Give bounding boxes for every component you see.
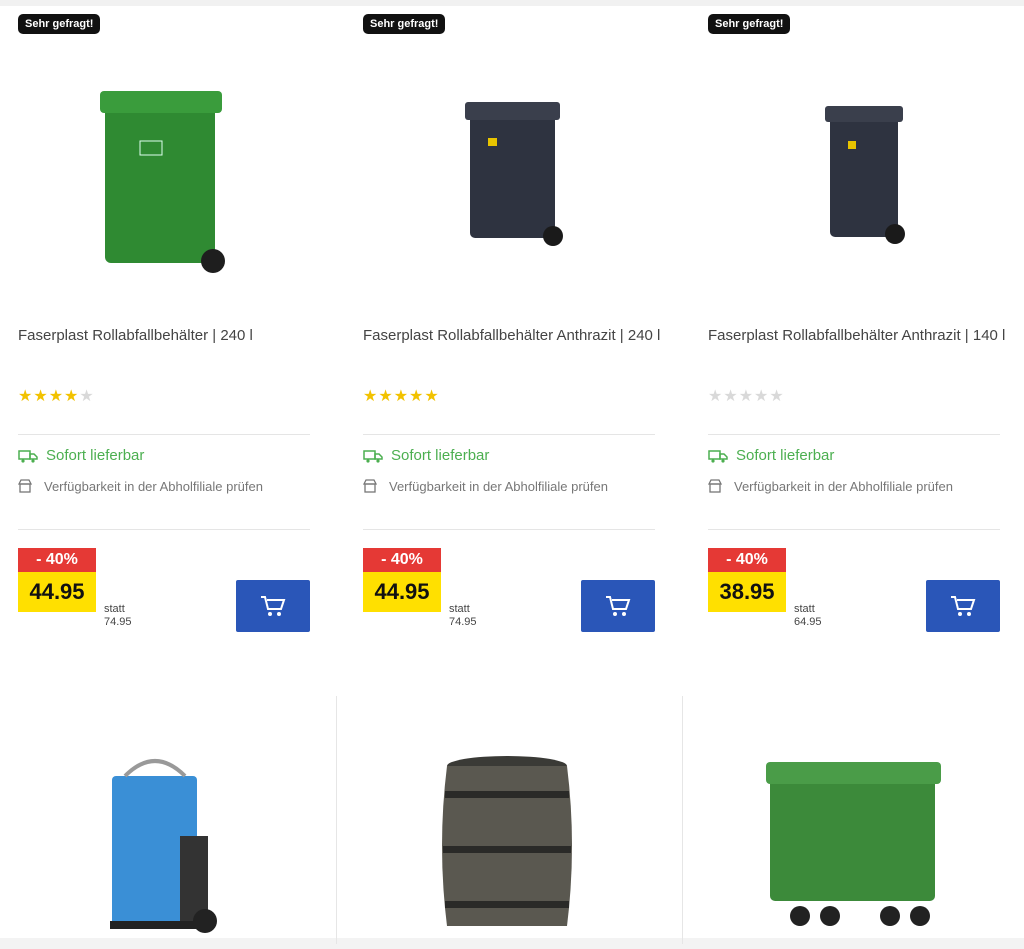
product-title[interactable]: Faserplast Rollabfallbehälter Anthrazit …	[708, 324, 1008, 347]
add-to-cart-button[interactable]	[926, 580, 1000, 632]
statt-label: statt	[449, 603, 470, 615]
store-availability[interactable]: Verfügbarkeit in der Abholfiliale prüfen	[708, 476, 1008, 498]
popular-badge: Sehr gefragt!	[18, 14, 101, 34]
cart-icon	[951, 596, 976, 616]
product-image[interactable]	[345, 696, 685, 944]
cart-icon	[261, 596, 286, 616]
stock-status: Sofort lieferbar	[18, 447, 144, 464]
rating-stars: ★★★★★	[363, 388, 440, 405]
product-card[interactable]	[345, 696, 685, 944]
add-to-cart-button[interactable]	[581, 580, 655, 632]
product-grid: Sehr gefragt! Faserplast Rollabfallbehäl…	[0, 0, 1024, 944]
store-icon	[363, 479, 377, 493]
old-price: statt 74.95	[449, 603, 477, 629]
store-icon	[18, 479, 32, 493]
price-block: - 40% 44.95 statt 74.95	[363, 548, 477, 628]
divider	[708, 529, 1000, 530]
price: 44.95	[18, 572, 96, 612]
old-price: statt 74.95	[104, 603, 132, 629]
product-card[interactable]	[0, 696, 340, 944]
stock-label: Sofort lieferbar	[391, 447, 490, 464]
store-icon	[708, 479, 722, 493]
old-price-value: 74.95	[449, 616, 477, 628]
add-to-cart-button[interactable]	[236, 580, 310, 632]
truck-icon	[708, 449, 728, 463]
product-image[interactable]	[690, 696, 1024, 944]
popular-badge: Sehr gefragt!	[363, 14, 446, 34]
product-image[interactable]	[345, 46, 685, 296]
stock-status: Sofort lieferbar	[708, 447, 834, 464]
divider	[363, 529, 655, 530]
discount-badge: - 40%	[363, 548, 441, 572]
truck-icon	[363, 449, 383, 463]
stock-label: Sofort lieferbar	[46, 447, 145, 464]
product-card[interactable]	[690, 696, 1024, 944]
store-check-link[interactable]: Verfügbarkeit in der Abholfiliale prüfen	[389, 476, 659, 498]
store-availability[interactable]: Verfügbarkeit in der Abholfiliale prüfen	[18, 476, 318, 498]
product-image[interactable]	[690, 46, 1024, 296]
product-image[interactable]	[0, 696, 340, 944]
truck-icon	[18, 449, 38, 463]
old-price-value: 64.95	[794, 616, 822, 628]
store-check-link[interactable]: Verfügbarkeit in der Abholfiliale prüfen	[44, 476, 314, 498]
store-check-link[interactable]: Verfügbarkeit in der Abholfiliale prüfen	[734, 476, 1004, 498]
price-block: - 40% 44.95 statt 74.95	[18, 548, 132, 628]
divider	[18, 434, 310, 435]
product-title[interactable]: Faserplast Rollabfallbehälter | 240 l	[18, 324, 318, 347]
divider	[708, 434, 1000, 435]
price: 44.95	[363, 572, 441, 612]
price: 38.95	[708, 572, 786, 612]
divider	[18, 529, 310, 530]
statt-label: statt	[794, 603, 815, 615]
price-block: - 40% 38.95 statt 64.95	[708, 548, 822, 628]
statt-label: statt	[104, 603, 125, 615]
old-price-value: 74.95	[104, 616, 132, 628]
store-availability[interactable]: Verfügbarkeit in der Abholfiliale prüfen	[363, 476, 663, 498]
popular-badge: Sehr gefragt!	[708, 14, 791, 34]
product-card[interactable]: Sehr gefragt! Faserplast Rollabfallbehäl…	[345, 6, 685, 666]
product-image[interactable]	[0, 46, 340, 296]
product-card[interactable]: Sehr gefragt! Faserplast Rollabfallbehäl…	[0, 6, 340, 666]
product-title[interactable]: Faserplast Rollabfallbehälter Anthrazit …	[363, 324, 663, 347]
divider	[363, 434, 655, 435]
discount-badge: - 40%	[18, 548, 96, 572]
rating-stars: ★★★★★	[18, 388, 95, 405]
cart-icon	[606, 596, 631, 616]
product-card[interactable]: Sehr gefragt! Faserplast Rollabfallbehäl…	[690, 6, 1024, 666]
discount-badge: - 40%	[708, 548, 786, 572]
stock-status: Sofort lieferbar	[363, 447, 489, 464]
stock-label: Sofort lieferbar	[736, 447, 835, 464]
rating-stars: ★★★★★	[708, 388, 785, 405]
old-price: statt 64.95	[794, 603, 822, 629]
